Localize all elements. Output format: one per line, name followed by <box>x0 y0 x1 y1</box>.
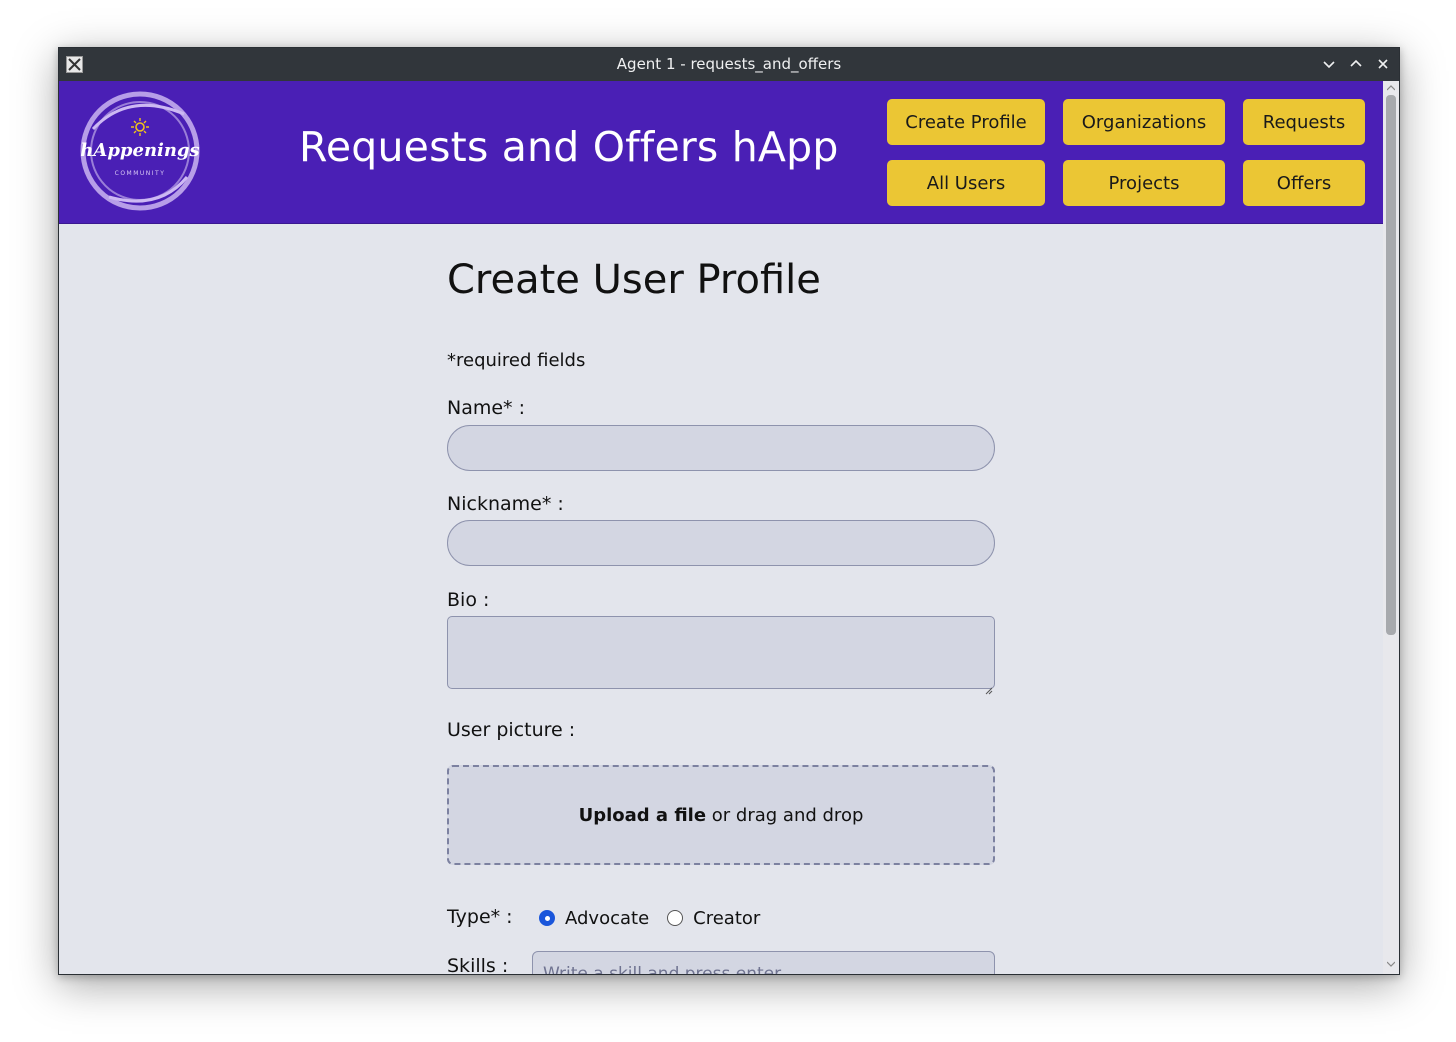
logo-subtext: COMMUNITY <box>115 170 166 177</box>
vertical-scrollbar[interactable] <box>1383 81 1399 974</box>
window-title: Agent 1 - requests_and_offers <box>616 55 842 73</box>
advocate-radio-label[interactable]: Advocate <box>565 908 649 929</box>
file-upload-dropzone[interactable]: Upload a file or drag and drop <box>447 765 995 865</box>
scrollbar-thumb[interactable] <box>1386 95 1396 635</box>
type-label: Type* : <box>447 906 513 928</box>
nav-all-users-button[interactable]: All Users <box>887 160 1045 206</box>
scroll-down-icon[interactable] <box>1387 961 1395 967</box>
create-profile-form: Create User Profile *required fields Nam… <box>59 224 1383 974</box>
bio-label: Bio : <box>447 589 490 611</box>
scroll-up-icon[interactable] <box>1387 85 1395 91</box>
user-picture-label: User picture : <box>447 719 576 741</box>
name-label: Name* : <box>447 397 525 419</box>
nav-create-profile-button[interactable]: Create Profile <box>887 99 1045 145</box>
nav-offers-button[interactable]: Offers <box>1243 160 1365 206</box>
logo-text: hAppenings <box>80 140 199 161</box>
skills-input[interactable] <box>532 951 995 974</box>
window-titlebar: Agent 1 - requests_and_offers <box>59 48 1399 81</box>
happenings-logo[interactable]: hAppenings COMMUNITY <box>79 89 201 213</box>
app-header: hAppenings COMMUNITY Requests and Offers… <box>59 81 1383 224</box>
name-input[interactable] <box>447 425 995 471</box>
app-title: Requests and Offers hApp <box>299 123 839 171</box>
nav-requests-button[interactable]: Requests <box>1243 99 1365 145</box>
creator-radio[interactable] <box>667 910 684 926</box>
skills-label: Skills : <box>447 955 509 975</box>
page-title: Create User Profile <box>447 257 821 303</box>
minimize-icon[interactable] <box>1320 55 1338 73</box>
maximize-icon[interactable] <box>1347 55 1365 73</box>
close-icon[interactable] <box>1374 55 1392 73</box>
type-radio-group: Advocate Creator <box>539 906 760 930</box>
resize-grip-icon[interactable] <box>983 680 993 695</box>
nickname-input[interactable] <box>447 520 995 566</box>
bio-textarea[interactable] <box>447 616 995 689</box>
upload-file-link[interactable]: Upload a file <box>579 805 706 826</box>
nav-organizations-button[interactable]: Organizations <box>1063 99 1225 145</box>
nickname-label: Nickname* : <box>447 493 564 515</box>
app-window: Agent 1 - requests_and_offers hAppenings <box>58 47 1400 975</box>
required-fields-note: *required fields <box>447 350 586 371</box>
drag-drop-hint: or drag and drop <box>706 804 864 826</box>
advocate-radio[interactable] <box>539 910 555 926</box>
creator-radio-label[interactable]: Creator <box>693 908 760 929</box>
nav-projects-button[interactable]: Projects <box>1063 160 1225 206</box>
